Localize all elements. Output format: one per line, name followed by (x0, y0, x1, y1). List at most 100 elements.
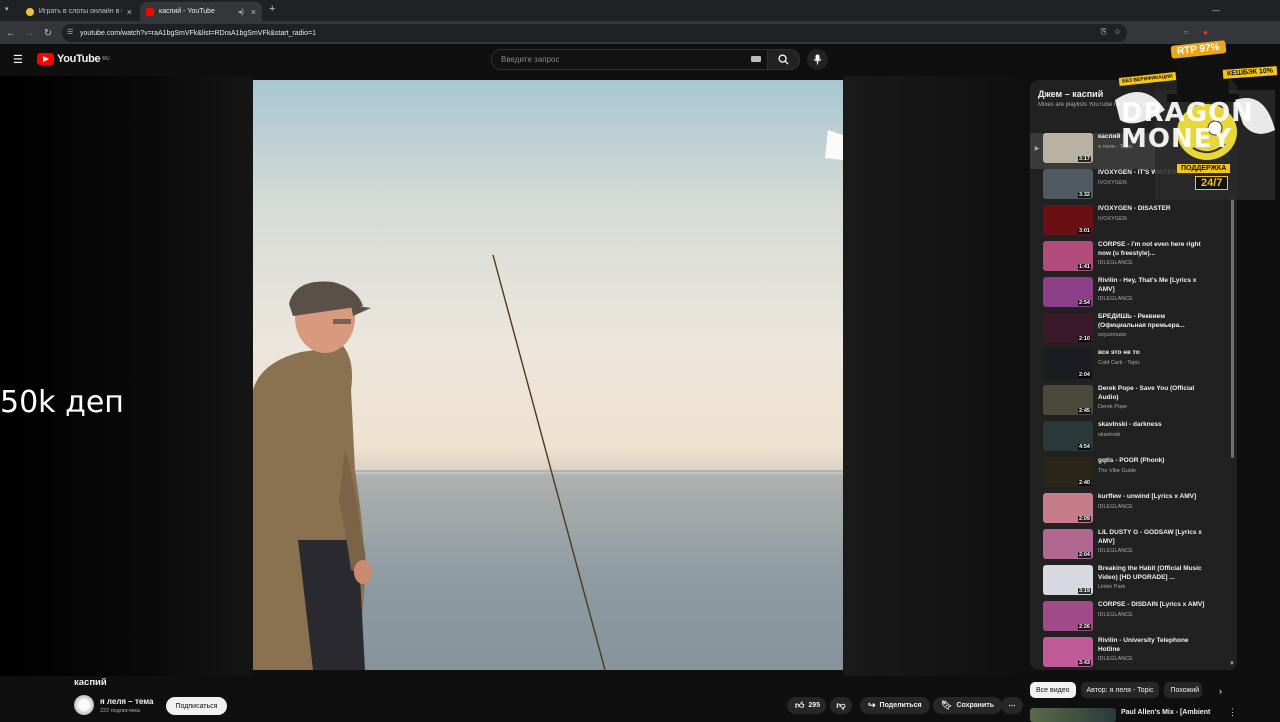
playlist-item[interactable]: 2:26 CORPSE - DISDAIN [Lyrics x AMV] IDLEG… (1030, 601, 1230, 637)
promo-brand-text: DRAGON MONEY (1121, 98, 1254, 154)
minimize-icon[interactable]: — (1212, 6, 1220, 15)
playlist-item-duration: 2:04 (1077, 372, 1091, 378)
keyboard-icon[interactable] (751, 56, 761, 62)
playlist-index (1030, 637, 1044, 667)
chip-all-videos[interactable]: Все видео (1030, 682, 1076, 698)
channel-avatar[interactable] (74, 695, 94, 715)
extension-red-icon[interactable]: ● (1200, 27, 1211, 38)
playlist-item-duration: 3:43 (1077, 660, 1091, 666)
playlist-item-channel: skavlnski (1098, 431, 1121, 438)
playlist-item-thumbnail: 2:09 (1043, 493, 1093, 523)
playlist-index (1030, 241, 1044, 271)
promo-support-label: ПОДДЕРЖКА (1177, 164, 1231, 173)
playlist-index (1030, 313, 1044, 343)
browser-tab-casino[interactable]: Играть в слоты онлайн в кази × (20, 2, 138, 21)
like-button[interactable]: 👍︎ 295 (787, 697, 827, 714)
playlist-item[interactable]: 3:01 IVOXYGEN - DISASTER IVOXYGEN (1030, 205, 1230, 241)
more-options-icon[interactable]: ⋮ (1228, 707, 1237, 718)
playlist-item-info: Derek Pope - Save You (Official Audio) De… (1098, 385, 1208, 421)
browser-tab-strip: ▾ Играть в слоты онлайн в кази × каспий … (0, 0, 1280, 21)
close-icon[interactable]: × (251, 7, 256, 17)
playlist-item[interactable]: 2:04 LIL DUSTY G - GODSAW [Lyrics x AMV] I… (1030, 529, 1230, 565)
playlist-item-thumbnail: 2:04 (1043, 529, 1093, 559)
playlist-item-duration: 2:40 (1077, 480, 1091, 486)
playlist-item[interactable]: 2:04 все это не то Cold Carti - Topic (1030, 349, 1230, 385)
bookmark-star-icon[interactable]: ☆ (1114, 27, 1121, 36)
reload-icon[interactable]: ↻ (40, 25, 56, 41)
address-bar[interactable]: ☰ youtube.com/watch?v=raA1bgSmVFk&list=R… (62, 24, 1127, 42)
playlist-item-info: gqtis - POOR (Phonk) The Vibe Guide (1098, 457, 1208, 493)
playlist-item-thumbnail: 3:43 (1043, 637, 1093, 667)
playlist-item-thumbnail: 3:01 (1043, 205, 1093, 235)
playlist-item-info: Breaking the Habit (Official Music Video… (1098, 565, 1208, 601)
install-icon[interactable]: ⎘ (1101, 27, 1107, 37)
playlist-item[interactable]: 2:40 gqtis - POOR (Phonk) The Vibe Guide (1030, 457, 1230, 493)
playlist-item[interactable]: 4:54 skavlnski - darkness skavlnski (1030, 421, 1230, 457)
video-title: каспий (74, 677, 107, 688)
more-actions-button[interactable]: ⋯ (1001, 697, 1023, 714)
scroll-down-icon[interactable]: ▼ (1229, 661, 1235, 667)
site-info-icon[interactable]: ☰ (67, 28, 73, 36)
playlist-item[interactable]: 2:45 Derek Pope - Save You (Official Audi… (1030, 385, 1230, 421)
menu-icon[interactable]: ☰ (13, 53, 23, 66)
playlist-item[interactable]: 3:43 Rivilin - University Telephone Hotli… (1030, 637, 1230, 670)
back-icon[interactable]: ← (3, 25, 19, 41)
playlist-item-title: Rivilin - Hey, That's Me [Lyrics x AMV] (1098, 277, 1197, 293)
chevron-right-icon[interactable]: › (1219, 686, 1222, 696)
playlist-item-thumbnail: 2:45 (1043, 385, 1093, 415)
extension-translate-icon[interactable]: ≈ (1181, 27, 1192, 38)
playlist-index (1030, 493, 1044, 523)
playlist-item-title: gqtis - POOR (Phonk) (1098, 457, 1165, 464)
save-button[interactable]: 🔖︎ Сохранить (933, 697, 1002, 714)
playlist-item-channel: IVOXYGEN (1098, 215, 1127, 222)
playlist-item-info: Rivilin - Hey, That's Me [Lyrics x AMV] I… (1098, 277, 1208, 313)
chip-author[interactable]: Автор: я леля - Topic (1080, 682, 1160, 698)
playlist-item-duration: 2:04 (1077, 552, 1091, 558)
recommendation-title[interactable]: Paul Allen's Mix - [Ambient (1121, 709, 1210, 716)
browser-tab-youtube[interactable]: каспий - YouTube ◂) × (140, 2, 262, 21)
dislike-button[interactable]: 👎︎ (830, 697, 852, 714)
subscribe-button[interactable]: Подписаться (166, 697, 227, 715)
playlist-item-info: skavlnski - darkness skavlnski (1098, 421, 1208, 457)
playlist-item-title: Rivilin - University Telephone Hotline (1098, 637, 1189, 653)
now-playing-icon: ▶ (1034, 145, 1040, 152)
speaker-icon[interactable]: ◂) (238, 8, 244, 16)
close-icon[interactable]: × (127, 7, 132, 17)
playlist-item[interactable]: 1:41 CORPSE - i'm not even here right now… (1030, 241, 1230, 277)
playlist-item-duration: 3:01 (1077, 228, 1091, 234)
playlist-item-thumbnail: 4:54 (1043, 421, 1093, 451)
playlist-item-duration: 3:19 (1077, 588, 1091, 594)
chip-similar[interactable]: Похожий (1164, 682, 1203, 698)
playlist-item-info: БРЕДИШЬ - Реквием (Официальная премьера.… (1098, 313, 1208, 349)
search-input[interactable]: Введите запрос (491, 49, 768, 70)
playlist-item-duration: 2:09 (1077, 516, 1091, 522)
playlist-item-thumbnail: 2:04 (1043, 349, 1093, 379)
playlist-item[interactable]: 2:10 БРЕДИШЬ - Реквием (Официальная премь… (1030, 313, 1230, 349)
like-count: 295 (808, 702, 821, 709)
mic-icon (813, 54, 822, 65)
youtube-logo[interactable]: YouTube RU (37, 53, 110, 65)
playlist-index (1030, 421, 1044, 451)
share-button[interactable]: ↪ Поделиться (860, 697, 930, 714)
search-button[interactable] (767, 49, 800, 70)
playlist-item-title: IVOXYGEN - DISASTER (1098, 205, 1171, 212)
share-icon: ↪ (868, 700, 876, 710)
playlist-item[interactable]: 3:19 Breaking the Habit (Official Music V… (1030, 565, 1230, 601)
playlist-item[interactable]: 2:54 Rivilin - Hey, That's Me [Lyrics x A… (1030, 277, 1230, 313)
tab-search-button[interactable]: ▾ (5, 5, 9, 13)
thumbs-up-icon: 👍︎ (795, 700, 805, 710)
playlist-item-title: Derek Pope - Save You (Official Audio) (1098, 385, 1195, 401)
promo-support-hours: 24/7 (1195, 176, 1229, 190)
playlist-item[interactable]: 2:09 kurffew - unwind [Lyrics x AMV] IDLEG… (1030, 493, 1230, 529)
playlist-index (1030, 169, 1044, 199)
playlist-scrollbar[interactable] (1231, 198, 1234, 458)
playlist-item-title: kurffew - unwind [Lyrics x AMV] (1098, 493, 1197, 500)
new-tab-button[interactable]: + (269, 3, 275, 15)
video-player[interactable] (253, 80, 843, 670)
playlist-item-info: CORPSE - i'm not even here right now (u … (1098, 241, 1208, 277)
voice-search-button[interactable] (807, 49, 828, 70)
playlist-item-title: skavlnski - darkness (1098, 421, 1162, 428)
tab-favicon (26, 7, 34, 16)
channel-name[interactable]: я леля – тема (100, 697, 153, 706)
forward-icon[interactable]: → (21, 25, 37, 41)
